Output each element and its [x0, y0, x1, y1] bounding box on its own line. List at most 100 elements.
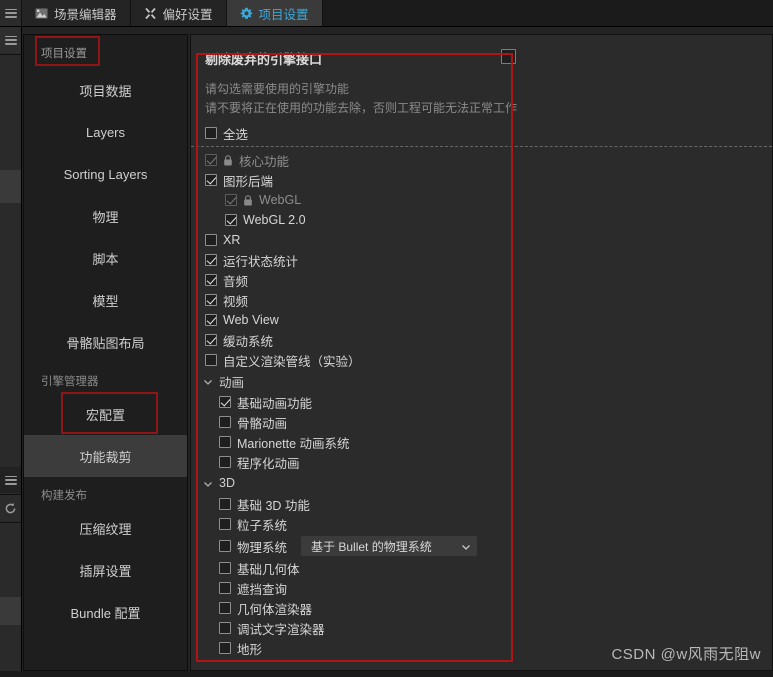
feature-checkbox[interactable]: [219, 456, 231, 468]
feature-checkbox[interactable]: [219, 436, 231, 448]
sidebar-item-模型[interactable]: 模型: [24, 279, 187, 321]
sidebar-item-label: 模型: [92, 293, 119, 309]
tab-project-settings[interactable]: 项目设置: [226, 0, 323, 26]
feature-label: 核心功能: [239, 154, 290, 169]
feature-label: 音频: [223, 274, 249, 289]
feature-label: WebGL 2.0: [243, 213, 306, 227]
chevron-down-icon[interactable]: [203, 478, 213, 488]
feature-row[interactable]: 缓动系统: [191, 330, 772, 350]
feature-label: 骨骼动画: [237, 416, 288, 431]
feature-label: WebGL: [259, 193, 302, 207]
sidebar-item-宏配置[interactable]: 宏配置: [24, 393, 187, 435]
settings-sidebar: 项目设置 项目数据 Layers Sorting Layers 物理 脚本 模型 骨骼贴图布…: [23, 34, 188, 671]
sidebar-item-插屏设置[interactable]: 插屏设置: [24, 549, 187, 591]
chevron-down-icon: [461, 541, 471, 551]
sidebar-item-物理[interactable]: 物理: [24, 195, 187, 237]
feature-checkbox[interactable]: [219, 540, 231, 552]
feature-row[interactable]: Marionette 动画系统: [191, 432, 772, 452]
feature-checkbox[interactable]: [219, 396, 231, 408]
feature-checkbox[interactable]: [219, 602, 231, 614]
feature-checkbox[interactable]: [219, 562, 231, 574]
main-menu-button[interactable]: [0, 0, 22, 26]
rail-menu-button-mid[interactable]: [0, 467, 21, 493]
feature-checkbox[interactable]: [219, 622, 231, 634]
feature-row[interactable]: WebGL 2.0: [191, 210, 772, 230]
sidebar-group-label: 构建发布: [41, 490, 87, 502]
feature-checkbox[interactable]: [205, 274, 217, 286]
tab-label: 项目设置: [258, 7, 309, 22]
feature-checkbox[interactable]: [219, 642, 231, 654]
feature-row[interactable]: 粒子系统: [191, 514, 772, 534]
sidebar-item-脚本[interactable]: 脚本: [24, 237, 187, 279]
remove-deprecated-api-checkbox[interactable]: [501, 49, 516, 64]
sidebar-item-label: 骨骼贴图布局: [66, 335, 145, 351]
sidebar-item-label: 物理: [92, 209, 119, 225]
feature-section-header[interactable]: 动画: [191, 370, 772, 392]
hint-line-1: 请勾选需要使用的引擎功能: [205, 82, 350, 96]
select-all-checkbox[interactable]: [205, 127, 217, 139]
tab-scene-editor[interactable]: 场景编辑器: [22, 0, 131, 26]
sidebar-item-layers[interactable]: Layers: [24, 111, 187, 153]
feature-row[interactable]: 骨骼动画: [191, 412, 772, 432]
feature-label: XR: [223, 233, 241, 247]
tab-label: 偏好设置: [162, 7, 213, 22]
rail-refresh-button[interactable]: [0, 495, 21, 521]
feature-checkbox[interactable]: [205, 174, 217, 186]
rail-menu-button-top[interactable]: [0, 27, 21, 53]
select-all-row[interactable]: 全选: [191, 123, 772, 143]
tab-preferences[interactable]: 偏好设置: [130, 0, 227, 26]
app-window: 场景编辑器 偏好设置 项目设置 项目设置 项目数据 Layers Sorting…: [0, 0, 773, 677]
feature-checkbox[interactable]: [205, 294, 217, 306]
feature-row[interactable]: 几何体渲染器: [191, 598, 772, 618]
feature-checkbox[interactable]: [219, 498, 231, 510]
feature-row[interactable]: Web View: [191, 310, 772, 330]
chevron-down-icon[interactable]: [203, 376, 213, 386]
feature-row[interactable]: 基础动画功能: [191, 392, 772, 412]
rail-highlight-block-2: [0, 597, 21, 625]
feature-checkbox[interactable]: [205, 314, 217, 326]
feature-row[interactable]: 基础几何体: [191, 558, 772, 578]
feature-row[interactable]: 自定义渲染管线（实验）: [191, 350, 772, 370]
watermark: CSDN @w风雨无阻w: [611, 646, 761, 663]
feature-checkbox[interactable]: [219, 582, 231, 594]
sidebar-item-sorting-layers[interactable]: Sorting Layers: [24, 153, 187, 195]
bottom-strip: [0, 671, 773, 677]
feature-label: 粒子系统: [237, 518, 288, 533]
feature-row[interactable]: 调试文字渲染器: [191, 618, 772, 638]
feature-checkbox[interactable]: [219, 518, 231, 530]
feature-row[interactable]: 视频: [191, 290, 772, 310]
feature-row[interactable]: 程序化动画: [191, 452, 772, 472]
page-title: 剔除废弃的引擎接口: [205, 52, 323, 67]
gear-icon: [240, 7, 253, 20]
feature-section-header[interactable]: 3D: [191, 472, 772, 494]
feature-checkbox[interactable]: [219, 416, 231, 428]
sidebar-item-骨骼贴图布局[interactable]: 骨骼贴图布局: [24, 321, 187, 363]
feature-checkbox[interactable]: [225, 214, 237, 226]
feature-checkbox[interactable]: [205, 254, 217, 266]
wrench-icon: [144, 7, 157, 20]
feature-label: 基础动画功能: [237, 396, 313, 411]
hamburger-icon: [4, 8, 17, 18]
feature-row[interactable]: 基础 3D 功能: [191, 494, 772, 514]
feature-row[interactable]: 运行状态统计: [191, 250, 772, 270]
feature-row[interactable]: XR: [191, 230, 772, 250]
feature-checkbox[interactable]: [205, 354, 217, 366]
feature-checkbox[interactable]: [205, 234, 217, 246]
sidebar-item-压缩纹理[interactable]: 压缩纹理: [24, 507, 187, 549]
feature-label: 自定义渲染管线（实验）: [223, 354, 361, 369]
feature-row[interactable]: 图形后端: [191, 170, 772, 190]
select-all-label: 全选: [223, 127, 249, 142]
feature-row[interactable]: 遮挡查询: [191, 578, 772, 598]
feature-row[interactable]: 物理系统 基于 Bullet 的物理系统: [191, 534, 772, 558]
physics-engine-select[interactable]: 基于 Bullet 的物理系统: [301, 536, 478, 556]
sidebar-item-label: 压缩纹理: [79, 521, 132, 537]
sidebar-item-bundle-配置[interactable]: Bundle 配置: [24, 591, 187, 633]
sidebar-item-label: 宏配置: [85, 407, 125, 423]
feature-row[interactable]: 音频: [191, 270, 772, 290]
feature-checkbox: [205, 154, 217, 166]
sidebar-item-功能裁剪[interactable]: 功能裁剪: [24, 435, 187, 477]
feature-checkbox[interactable]: [205, 334, 217, 346]
rail-highlight-block: [0, 170, 21, 203]
sidebar-item-项目数据[interactable]: 项目数据: [24, 69, 187, 111]
feature-label: 遮挡查询: [237, 582, 288, 597]
